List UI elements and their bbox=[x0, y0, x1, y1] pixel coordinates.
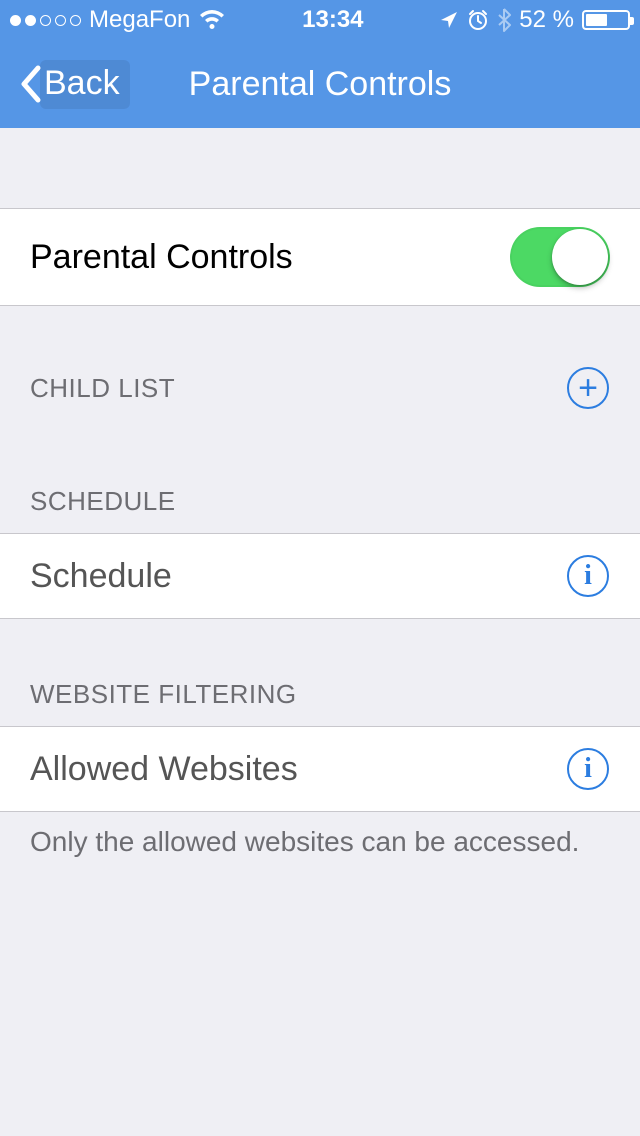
status-left: MegaFon bbox=[10, 6, 226, 34]
info-icon: i bbox=[567, 748, 609, 790]
wifi-icon bbox=[198, 9, 226, 31]
battery-icon bbox=[582, 10, 630, 30]
status-bar: MegaFon 13:34 52 % bbox=[0, 0, 640, 40]
add-child-button[interactable]: + bbox=[566, 366, 610, 410]
parental-controls-toggle[interactable] bbox=[510, 227, 610, 287]
info-icon: i bbox=[567, 555, 609, 597]
schedule-info-button[interactable]: i bbox=[566, 554, 610, 598]
allowed-websites-info-button[interactable]: i bbox=[566, 747, 610, 791]
child-list-title: CHILD LIST bbox=[30, 373, 175, 404]
bluetooth-icon bbox=[497, 8, 511, 32]
back-label: Back bbox=[44, 64, 120, 102]
schedule-row[interactable]: Schedule i bbox=[0, 533, 640, 619]
signal-strength-icon bbox=[10, 15, 81, 26]
status-right: 52 % bbox=[439, 6, 630, 34]
allowed-websites-row[interactable]: Allowed Websites i bbox=[0, 726, 640, 812]
allowed-websites-label: Allowed Websites bbox=[30, 750, 298, 789]
battery-percent: 52 % bbox=[519, 6, 574, 34]
location-icon bbox=[439, 10, 459, 30]
status-time: 13:34 bbox=[302, 6, 363, 34]
schedule-header: SCHEDULE bbox=[0, 426, 640, 533]
parental-controls-label: Parental Controls bbox=[30, 238, 293, 277]
website-filtering-title: WEBSITE FILTERING bbox=[30, 679, 297, 710]
alarm-icon bbox=[467, 9, 489, 31]
parental-controls-row: Parental Controls bbox=[0, 208, 640, 306]
chevron-left-icon bbox=[18, 64, 38, 104]
carrier-label: MegaFon bbox=[89, 6, 190, 34]
child-list-header: CHILD LIST + bbox=[0, 306, 640, 426]
nav-bar: Back Parental Controls bbox=[0, 40, 640, 128]
schedule-section-title: SCHEDULE bbox=[30, 486, 176, 517]
website-filter-footer: Only the allowed websites can be accesse… bbox=[0, 812, 640, 872]
website-filtering-header: WEBSITE FILTERING bbox=[0, 619, 640, 726]
back-button[interactable]: Back bbox=[0, 60, 130, 109]
schedule-label: Schedule bbox=[30, 557, 172, 596]
plus-icon: + bbox=[567, 367, 609, 409]
